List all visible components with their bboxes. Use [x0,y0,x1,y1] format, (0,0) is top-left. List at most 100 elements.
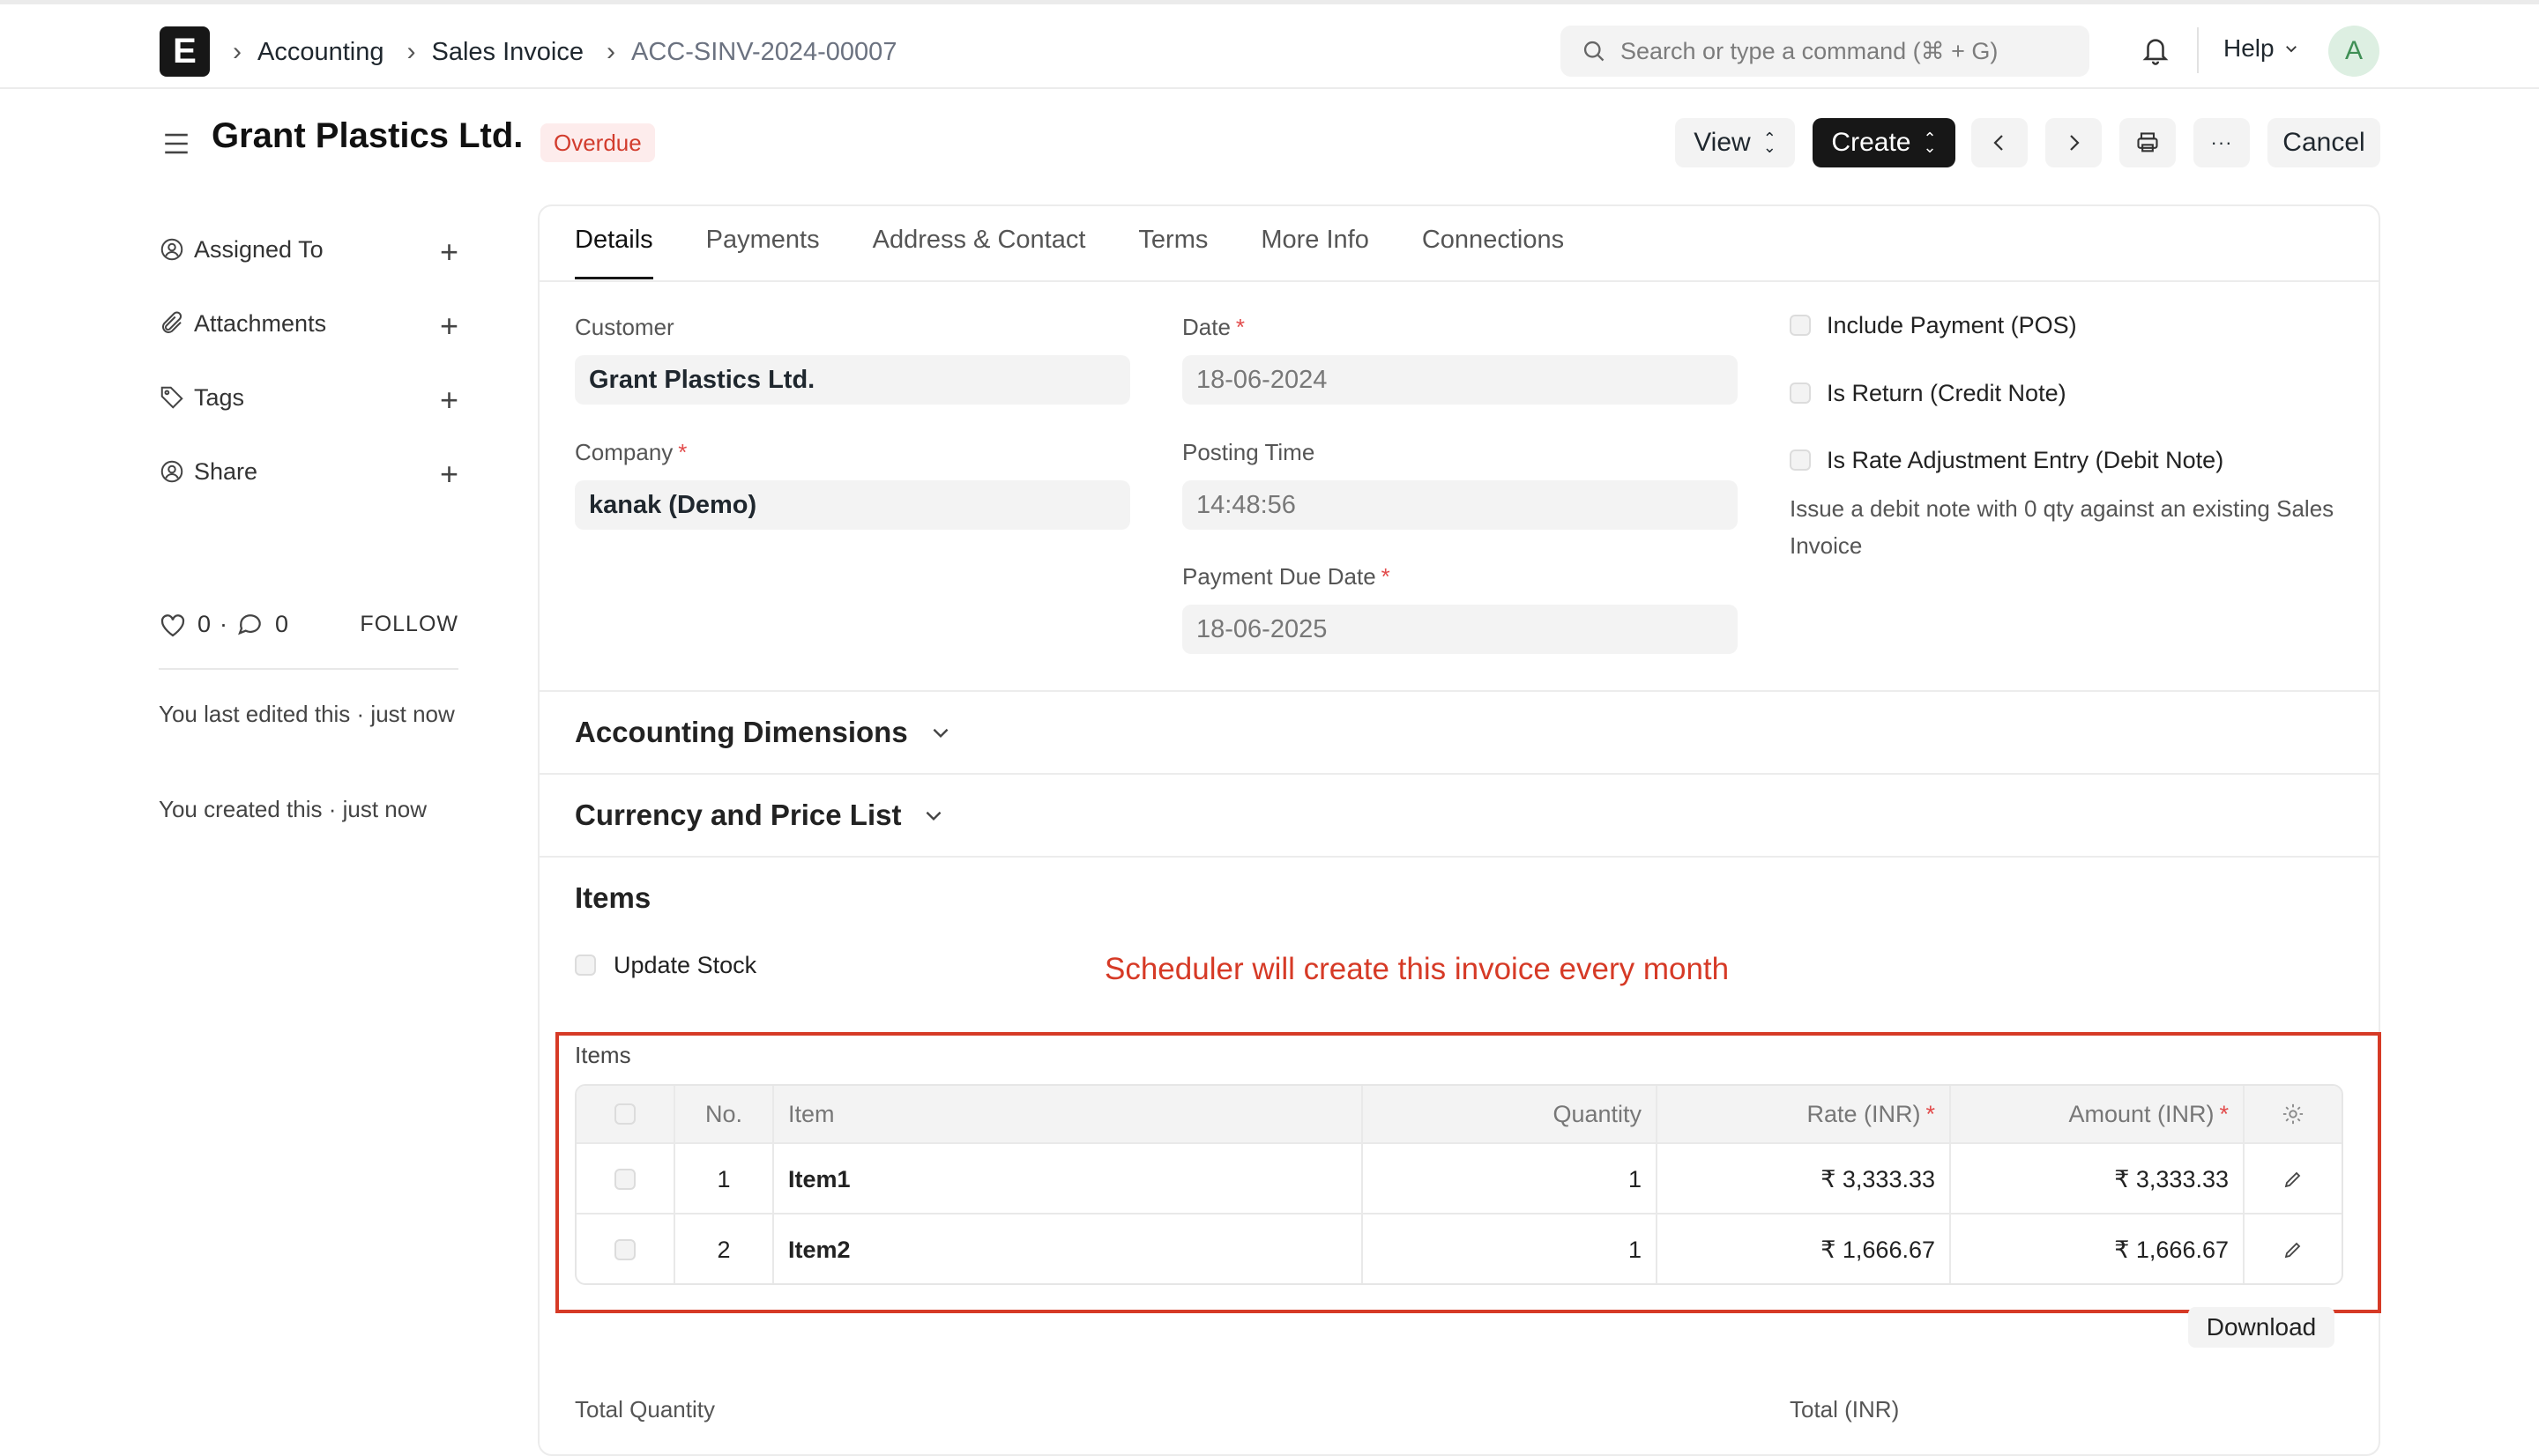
updown-icon: ⌃ ⌄ [1762,130,1776,156]
section-divider [538,690,2380,692]
items-grid-label: Items [575,1042,631,1068]
row-checkbox[interactable] [614,1169,636,1190]
create-button[interactable]: Create ⌃ ⌄ [1813,118,1955,167]
include-payment-label: Include Payment (POS) [1827,312,2077,338]
page-title: Grant Plastics Ltd. [212,116,524,155]
sidebar-item-share[interactable]: Share + [159,454,458,492]
printer-icon [2137,132,2158,152]
sidebar-item-attachments[interactable]: Attachments + [159,306,458,344]
tab-address-contact[interactable]: Address & Contact [873,226,1086,280]
cell-item[interactable]: Item2 [774,1215,1363,1283]
cell-quantity[interactable]: 1 [1363,1144,1657,1215]
help-dropdown[interactable]: Help [2223,34,2299,63]
section-title: Accounting Dimensions [575,716,908,748]
tab-payments[interactable]: Payments [706,226,820,280]
status-badge: Overdue [540,123,655,162]
separator-dot: · [220,611,228,637]
view-button[interactable]: View ⌃ ⌄ [1675,118,1795,167]
download-button[interactable]: Download [2188,1307,2334,1348]
col-quantity: Quantity [1363,1086,1657,1142]
row-checkbox[interactable] [614,1239,636,1260]
cell-no: 2 [675,1215,774,1283]
section-divider [538,773,2380,775]
company-field[interactable]: kanak (Demo) [575,480,1130,530]
row-select-cell [577,1215,675,1283]
col-rate: Rate (INR) * [1657,1086,1951,1142]
tab-connections[interactable]: Connections [1422,226,1564,280]
is-return-label: Is Return (Credit Note) [1827,380,2066,406]
pencil-icon[interactable] [2282,1239,2304,1260]
cell-amount: ₹ 3,333.33 [1951,1144,2245,1215]
table-header: No. Item Quantity Rate (INR) * Amount (IN… [577,1086,2342,1142]
search-input[interactable]: Search or type a command (⌘ + G) [1560,26,2089,77]
payment-due-date-field[interactable]: 18-06-2025 [1182,605,1738,654]
date-field[interactable]: 18-06-2024 [1182,355,1738,405]
customer-label: Customer [575,314,674,340]
items-table: No. Item Quantity Rate (INR) * Amount (IN… [575,1084,2343,1285]
is-return-checkbox[interactable] [1790,383,1811,404]
view-button-label: View [1694,128,1751,157]
add-icon[interactable]: + [440,456,458,493]
accounting-dimensions-section[interactable]: Accounting Dimensions [575,716,952,749]
search-placeholder: Search or type a command (⌘ + G) [1620,37,1999,64]
add-icon[interactable]: + [440,234,458,271]
update-stock-checkbox[interactable] [575,955,596,976]
share-user-icon [160,460,183,483]
total-label: Total (INR) [1790,1396,1900,1423]
next-doc-button[interactable] [2045,118,2102,167]
breadcrumb: › Accounting › Sales Invoice › ACC-SINV-… [233,34,920,70]
heart-icon[interactable] [159,612,187,638]
breadcrumb-sales-invoice[interactable]: Sales Invoice [432,38,584,67]
posting-time-label: Posting Time [1182,439,1315,465]
breadcrumb-accounting[interactable]: Accounting [257,38,384,67]
posting-time-field[interactable]: 14:48:56 [1182,480,1738,530]
add-icon[interactable]: + [440,382,458,419]
add-icon[interactable]: + [440,308,458,345]
bell-icon[interactable] [2141,33,2170,67]
print-button[interactable] [2119,118,2176,167]
tab-details[interactable]: Details [575,226,653,280]
chevron-left-icon [1993,135,2003,151]
date-label: Date * [1182,314,1246,340]
row-select-cell [577,1144,675,1215]
tab-terms[interactable]: Terms [1138,226,1208,280]
top-navbar: E › Accounting › Sales Invoice › ACC-SIN… [0,0,2539,89]
cell-rate[interactable]: ₹ 1,666.67 [1657,1215,1951,1283]
tab-more-info[interactable]: More Info [1261,226,1369,280]
tag-icon [160,386,183,409]
sidebar-toggle-icon[interactable] [161,129,191,159]
previous-doc-button[interactable] [1971,118,2028,167]
customer-field[interactable]: Grant Plastics Ltd. [575,355,1130,405]
total-quantity-label: Total Quantity [575,1396,715,1423]
select-all-checkbox[interactable] [614,1103,636,1125]
more-actions-button[interactable]: ··· [2193,118,2250,167]
chevron-down-icon [927,811,942,821]
include-payment-checkbox[interactable] [1790,315,1811,336]
cell-rate[interactable]: ₹ 3,333.33 [1657,1144,1951,1215]
cell-item[interactable]: Item1 [774,1144,1363,1215]
chevron-right-icon: › [406,37,416,66]
rate-adjustment-checkbox[interactable] [1790,449,1811,471]
section-title: Currency and Price List [575,799,902,831]
create-button-label: Create [1831,128,1911,157]
annotation-text: Scheduler will create this invoice every… [1105,952,1730,986]
avatar[interactable]: A [2328,26,2379,77]
table-row[interactable]: 1 Item1 1 ₹ 3,333.33 ₹ 3,333.33 [577,1142,2342,1215]
help-label: Help [2223,34,2275,62]
currency-price-list-section[interactable]: Currency and Price List [575,799,945,832]
comment-icon[interactable] [236,612,264,638]
follow-button[interactable]: FOLLOW [360,612,458,637]
cancel-button[interactable]: Cancel [2267,118,2380,167]
pencil-icon[interactable] [2282,1169,2304,1190]
activity-last-edited: You last edited this · just now [159,701,455,727]
app-logo[interactable]: E [160,26,210,77]
gear-icon[interactable] [2281,1102,2305,1126]
comments-count: 0 [275,611,289,637]
rate-adjustment-label: Is Rate Adjustment Entry (Debit Note) [1827,447,2224,473]
breadcrumb-current-doc[interactable]: ACC-SINV-2024-00007 [631,38,897,67]
cell-quantity[interactable]: 1 [1363,1215,1657,1283]
table-row[interactable]: 2 Item2 1 ₹ 1,666.67 ₹ 1,666.67 [577,1213,2342,1283]
sidebar-item-tags[interactable]: Tags + [159,380,458,418]
chevron-right-icon: › [233,37,242,66]
sidebar-item-assigned-to[interactable]: Assigned To + [159,232,458,270]
